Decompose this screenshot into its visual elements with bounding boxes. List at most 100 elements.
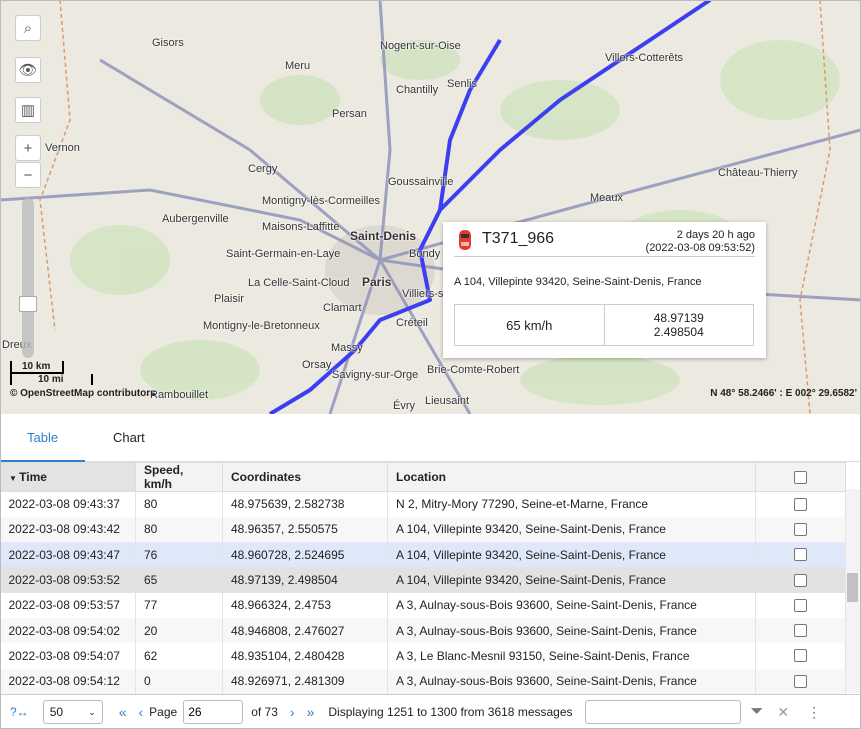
town-label: Aubergenville [162,213,229,225]
sort-desc-icon: ▼ [9,474,20,483]
zoom-slider[interactable] [22,198,34,358]
cell-coordinates: 48.946808, 2.476027 [222,617,388,644]
table-scrollbar-thumb[interactable] [847,573,858,602]
cell-coordinates: 48.926971, 2.481309 [222,668,388,694]
town-label: Gisors [152,37,184,49]
town-label: Saint-Denis [350,229,417,243]
cell-select[interactable] [755,592,846,618]
cell-location: A 3, Aulnay-sous-Bois 93600, Seine-Saint… [387,668,756,694]
first-page-button[interactable]: « [119,704,127,720]
cell-time: 2022-03-08 09:54:02 [0,617,136,644]
row-checkbox[interactable] [794,548,807,562]
row-checkbox[interactable] [794,598,807,612]
cell-time: 2022-03-08 09:54:07 [0,643,136,669]
column-location[interactable]: Location [387,462,756,492]
zoom-out-button[interactable]: − [15,162,41,188]
row-checkbox[interactable] [794,497,807,511]
cell-select[interactable] [755,617,846,644]
table-row[interactable]: 2022-03-08 09:53:57 77 48.966324, 2.4753 A … [0,592,846,618]
cell-coordinates: 48.96357, 2.550575 [222,516,388,543]
search-icon: ⌕ [23,19,33,37]
car-icon [459,230,471,250]
cell-location: A 104, Villepinte 93420, Seine-Saint-Den… [387,516,756,543]
tab-table[interactable]: Table [0,414,86,462]
town-label: Bondy [409,248,441,260]
filter-input[interactable] [584,700,741,724]
eye-icon: 👁 [18,62,38,79]
row-checkbox[interactable] [794,624,807,638]
latitude: 48.97139 [653,311,704,325]
table-row[interactable]: 2022-03-08 09:43:37 80 48.975639, 2.582738… [0,491,846,517]
unit-coordinates: 48.97139 2.498504 [603,305,754,345]
row-checkbox[interactable] [794,522,807,536]
visibility-button[interactable]: 👁 [15,57,41,83]
map-icon: ▥ [20,102,36,119]
town-label: Massy [331,342,363,354]
filter-icon[interactable]: ⏷ [751,703,764,721]
column-speed[interactable]: Speed, km/h [135,462,223,492]
select-all-checkbox[interactable] [794,470,807,484]
search-button[interactable]: ⌕ [15,15,41,41]
zoom-slider-handle[interactable] [19,296,37,312]
column-coordinates[interactable]: Coordinates [222,462,388,492]
cell-select[interactable] [755,643,846,669]
last-page-button[interactable]: » [307,704,315,720]
town-label: Brie-Comte-Robert [427,364,520,376]
town-label: Plaisir [214,293,244,305]
town-label: Chantilly [396,84,439,96]
town-label: Nogent-sur-Oise [380,40,461,52]
cell-coordinates: 48.97139, 2.498504 [222,567,388,593]
longitude: 2.498504 [653,325,704,339]
town-label: Montigny-lès-Cormeilles [262,195,380,207]
clear-filter-icon[interactable]: ✕ [777,704,789,721]
column-time[interactable]: ▼ Time [0,462,136,492]
table-row[interactable]: 2022-03-08 09:43:47 76 48.960728, 2.524695… [0,542,846,568]
map-attribution[interactable]: © OpenStreetMap contributors [10,388,156,399]
table-row[interactable]: 2022-03-08 09:53:52 65 48.97139, 2.498504 A… [0,567,846,593]
page-count: of 73 [251,705,278,719]
cell-select[interactable] [755,516,846,543]
cell-speed: 0 [135,668,223,694]
town-label: Montigny-le-Bretonneux [203,320,320,332]
town-label: Maisons-Laffitte [262,221,340,233]
cell-select[interactable] [755,542,846,568]
cell-location: N 2, Mitry-Mory 77290, Seine-et-Marne, F… [387,491,756,517]
cell-time: 2022-03-08 09:53:57 [0,592,136,618]
tab-chart[interactable]: Chart [86,414,172,462]
page-input[interactable] [183,700,244,724]
more-options-icon[interactable]: ⋮ [807,704,821,721]
column-select-all[interactable] [755,462,846,492]
table-row[interactable]: 2022-03-08 09:54:02 20 48.946808, 2.476027… [0,617,846,644]
row-checkbox[interactable] [794,573,807,587]
map[interactable]: Gisors Meru Nogent-sur-Oise Villers-Cotterê… [0,0,861,414]
autosize-columns-icon[interactable]: ?↔ [10,705,29,719]
town-label: Rambouillet [150,389,209,401]
page-size-value: 50 [49,705,64,719]
cell-location: A 3, Aulnay-sous-Bois 93600, Seine-Saint… [387,617,756,644]
cell-select[interactable] [755,567,846,593]
map-layers-button[interactable]: ▥ [15,97,41,123]
page-size-select[interactable]: 50 ⌄ [42,700,103,724]
cell-coordinates: 48.935104, 2.480428 [222,643,388,669]
table-row[interactable]: 2022-03-08 09:54:12 0 48.926971, 2.481309 A… [0,668,846,694]
table-row[interactable]: 2022-03-08 09:54:07 62 48.935104, 2.480428… [0,643,846,669]
cell-time: 2022-03-08 09:43:47 [0,542,136,568]
cell-select[interactable] [755,491,846,517]
table-row[interactable]: 2022-03-08 09:43:42 80 48.96357, 2.550575 A… [0,516,846,543]
town-label: Orsay [302,359,332,371]
scale-km: 10 km [10,361,64,374]
next-page-button[interactable]: › [290,704,295,720]
cell-select[interactable] [755,668,846,694]
cell-time: 2022-03-08 09:53:52 [0,567,136,593]
prev-page-button[interactable]: ‹ [138,704,143,720]
scale-bar: 10 km 10 mi [10,361,93,385]
zoom-in-button[interactable]: + [15,135,41,161]
cell-time: 2022-03-08 09:54:12 [0,668,136,694]
unit-name: T371_966 [482,230,555,247]
row-checkbox[interactable] [794,674,807,688]
town-label: Château-Thierry [718,167,798,179]
view-tabs: Table Chart [0,414,861,462]
row-checkbox[interactable] [794,649,807,663]
town-label: Clamart [323,302,362,314]
cell-time: 2022-03-08 09:43:42 [0,516,136,543]
